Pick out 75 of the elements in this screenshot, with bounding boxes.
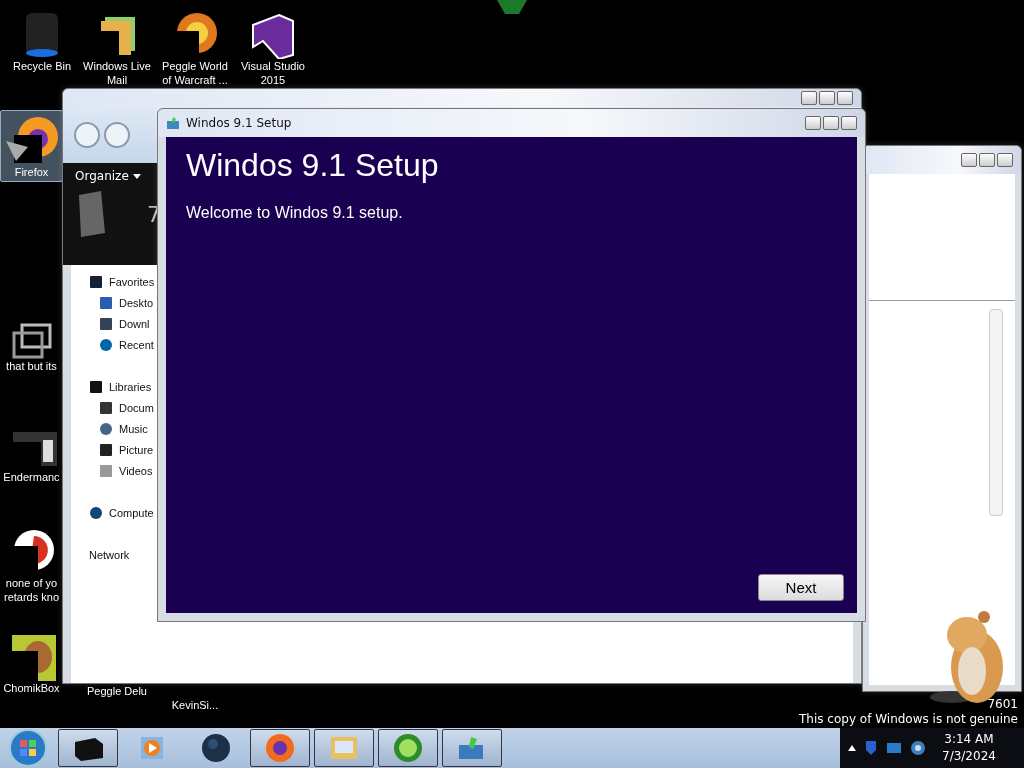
nav-item[interactable]: Network [89, 548, 130, 561]
icon-label: retards kno [4, 590, 59, 604]
globe-icon [99, 337, 113, 352]
caret-icon [132, 173, 141, 179]
folder-icon [99, 400, 113, 415]
setup-icon [166, 117, 180, 129]
taskbar-button[interactable] [442, 729, 502, 767]
icon-label: Visual Studio [241, 59, 305, 73]
minimize-button[interactable] [801, 91, 817, 105]
nav-item[interactable]: Deskto [119, 296, 154, 309]
icon-label: Peggle World [162, 59, 228, 73]
nav-item[interactable]: Compute [109, 506, 154, 519]
folder-icon [329, 735, 359, 761]
nav-item[interactable]: Docum [119, 401, 154, 414]
shield-icon[interactable] [864, 740, 878, 756]
close-button[interactable] [997, 153, 1013, 167]
maximize-button[interactable] [823, 116, 839, 130]
maximize-button[interactable] [979, 153, 995, 167]
folder-icon [89, 274, 103, 289]
nav-item[interactable]: Libraries [109, 380, 152, 393]
taskbar-button[interactable] [378, 729, 438, 767]
icon-label: none of yo [5, 576, 58, 590]
flower-icon [393, 733, 423, 763]
folder-icon [89, 379, 103, 394]
scrollbar[interactable] [989, 309, 1003, 516]
maximize-button[interactable] [819, 91, 835, 105]
caret-icon[interactable] [848, 745, 856, 751]
folder-icon [99, 295, 113, 310]
nav-item[interactable]: Recent [119, 338, 154, 351]
icon-label: that but its [6, 359, 57, 373]
back-button[interactable] [73, 121, 101, 149]
nav-item[interactable]: Music [119, 422, 148, 435]
nav-item[interactable]: Downl [119, 317, 150, 330]
taskbar-button[interactable] [314, 729, 374, 767]
minimize-button[interactable] [961, 153, 977, 167]
next-button[interactable]: Next [758, 574, 844, 601]
close-button[interactable] [841, 116, 857, 130]
globe-icon [89, 505, 103, 520]
window-title: Windos 9.1 Setup [186, 116, 293, 130]
forward-button[interactable] [103, 121, 131, 149]
nav-item[interactable]: Picture [119, 443, 154, 456]
icon-label: Recycle Bin [12, 59, 72, 73]
icon-label: Endermanc [3, 470, 60, 484]
icon-label: Peggle Delu [87, 684, 147, 698]
organize-button[interactable]: Organize [75, 169, 141, 183]
taskbar-button[interactable] [58, 729, 118, 767]
icon-label: Firefox [14, 165, 49, 179]
fox-icon [265, 733, 295, 763]
start-button[interactable] [8, 728, 48, 768]
play-icon [140, 736, 164, 760]
folder-icon [99, 316, 113, 331]
icon-label: KevinSi... [171, 698, 219, 712]
speaker-icon[interactable] [910, 740, 926, 756]
icon-label: 2015 [260, 73, 286, 87]
clock[interactable]: 3:14 AM 7/3/2024 [942, 731, 996, 765]
ribbon-icon [249, 11, 297, 59]
genuine-notice: This copy of Windows is not genuine [799, 712, 1018, 726]
setup-heading: Windos 9.1 Setup [186, 147, 440, 184]
taskbar-button[interactable] [250, 729, 310, 767]
build-text: 7601 [987, 697, 1018, 711]
close-button[interactable] [837, 91, 853, 105]
nav-item[interactable]: Favorites [109, 275, 155, 288]
welcome-text: Welcome to Windos 9.1 setup. [186, 204, 404, 222]
globe-icon [201, 733, 231, 763]
minimize-button[interactable] [805, 116, 821, 130]
nav-item[interactable]: Videos [119, 464, 153, 477]
icon-label: Windows Live [83, 59, 151, 73]
clock-time: 3:14 AM [944, 731, 994, 748]
icon-label: Mail [106, 73, 128, 87]
clock-date: 7/3/2024 [942, 748, 996, 765]
folder-icon [99, 442, 113, 457]
icon-label: of Warcraft ... [162, 73, 228, 87]
icon-label: ChomikBox [3, 681, 60, 695]
globe-icon [99, 421, 113, 436]
folder-icon [99, 463, 113, 478]
